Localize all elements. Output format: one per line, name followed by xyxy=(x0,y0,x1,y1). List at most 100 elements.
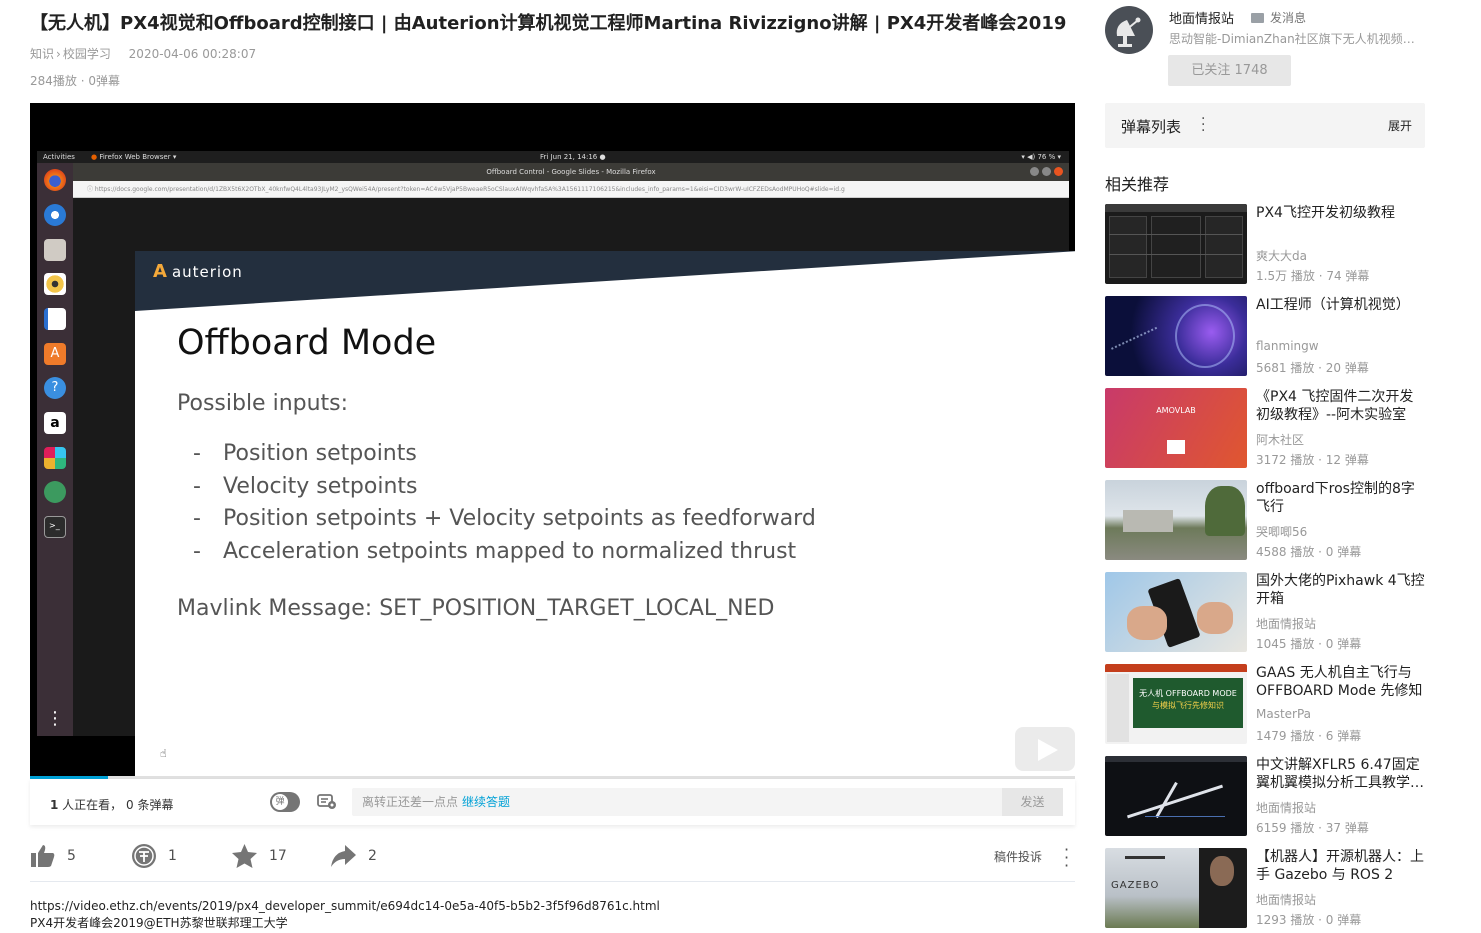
satellite-dish-icon xyxy=(1116,17,1141,47)
thumbs-up-icon xyxy=(31,845,55,867)
recommend-heading: 相关推荐 xyxy=(1105,175,1170,194)
like-button[interactable]: 5 xyxy=(30,838,76,874)
recommend-item[interactable]: AMOVLAB 《PX4 飞控固件二次开发初级教程》--阿木实验室 阿木社区 3… xyxy=(1105,388,1425,468)
star-icon xyxy=(232,844,257,868)
video-thumbnail[interactable] xyxy=(1105,572,1247,652)
danmaku-input[interactable]: 离转正还差一点点 继续答题 xyxy=(352,788,1002,816)
favorite-count: 17 xyxy=(269,848,287,864)
recommend-uploader[interactable]: 阿木社区 xyxy=(1256,431,1304,448)
recommend-title[interactable]: PX4飞控开发初级教程 xyxy=(1256,204,1425,222)
slide-title: Offboard Mode xyxy=(177,323,437,363)
recommend-stats: 1293 播放 · 0 弹幕 xyxy=(1256,913,1362,927)
description-url: https://video.ethz.ch/events/2019/px4_de… xyxy=(30,899,660,913)
breadcrumb-item[interactable]: 知识 xyxy=(30,47,54,61)
recommend-title[interactable]: AI工程师（计算机视觉） xyxy=(1256,296,1425,314)
publish-date: 2020-04-06 00:28:07 xyxy=(128,47,257,61)
slide-bullet: - Position setpoints xyxy=(193,441,417,466)
recommend-title[interactable]: GAAS 无人机自主飞行与 OFFBOARD Mode 先修知识 xyxy=(1256,664,1425,700)
recommend-item[interactable]: 中文讲解XFLR5 6.47固定翼机翼模拟分析工具教学… 地面情报站 6159 … xyxy=(1105,756,1425,836)
recommend-uploader[interactable]: MasterPa xyxy=(1256,707,1311,721)
activities-label: Activities xyxy=(43,153,75,161)
danmaku-settings-icon[interactable] xyxy=(317,793,337,810)
auterion-logo: Aauterion xyxy=(153,261,243,282)
more-options-icon[interactable]: · · · xyxy=(1064,842,1069,874)
recommend-uploader[interactable]: 爽大大da xyxy=(1256,247,1307,264)
action-row: 5 1 17 2 稿件投诉 · · · xyxy=(30,838,1075,878)
expand-button[interactable]: 展开 xyxy=(1388,117,1412,134)
recorded-desktop: Activities ● Firefox Web Browser ▾ Fri J… xyxy=(37,151,1075,778)
firefox-window-title: Offboard Control - Google Slides - Mozil… xyxy=(73,163,1069,181)
rhythmbox-icon xyxy=(44,273,66,295)
favorite-button[interactable]: 17 xyxy=(231,838,287,874)
ubuntu-top-bar: Activities ● Firefox Web Browser ▾ Fri J… xyxy=(37,151,1069,163)
video-thumbnail[interactable] xyxy=(1105,480,1247,560)
atom-icon xyxy=(44,481,66,503)
recommend-uploader[interactable]: 哭唧唧56 xyxy=(1256,523,1307,540)
recommend-uploader[interactable]: 地面情报站 xyxy=(1256,891,1316,908)
mouse-cursor-icon: ☝ xyxy=(160,747,167,760)
software-center-icon: A xyxy=(44,343,66,365)
uploader-name[interactable]: 地面情报站 xyxy=(1169,8,1234,27)
firefox-menu-label: ● Firefox Web Browser ▾ xyxy=(91,153,177,161)
help-icon: ? xyxy=(44,377,66,399)
amazon-icon: a xyxy=(44,412,66,434)
recommend-title[interactable]: 【机器人】开源机器人：上手 Gazebo 与 ROS 2 xyxy=(1256,848,1425,884)
recommend-stats: 1479 播放 · 6 弹幕 xyxy=(1256,729,1362,743)
video-title: 【无人机】PX4视觉和Offboard控制接口 | 由Auterion计算机视觉… xyxy=(30,13,1067,34)
video-thumbnail[interactable] xyxy=(1105,296,1247,376)
video-thumbnail[interactable] xyxy=(1105,204,1247,284)
send-danmaku-button[interactable]: 发送 xyxy=(1002,788,1063,816)
continue-quiz-link[interactable]: 继续答题 xyxy=(462,795,510,809)
report-link[interactable]: 稿件投诉 xyxy=(994,848,1042,865)
recommend-item[interactable]: 国外大佬的Pixhawk 4飞控开箱 地面情报站 1045 播放 · 0 弹幕 xyxy=(1105,572,1425,652)
slide-bullet: - Velocity setpoints xyxy=(193,473,418,499)
recommend-uploader[interactable]: 地面情报站 xyxy=(1256,799,1316,816)
share-button[interactable]: 2 xyxy=(330,838,377,874)
recommend-item[interactable]: offboard下ros控制的8字飞行 哭唧唧56 4588 播放 · 0 弹幕 xyxy=(1105,480,1425,560)
recommend-title[interactable]: 国外大佬的Pixhawk 4飞控开箱 xyxy=(1256,572,1425,608)
video-thumbnail[interactable] xyxy=(1105,756,1247,836)
system-tray: ▾ ◀) 76 % ▾ xyxy=(1021,153,1061,161)
video-thumbnail[interactable]: AMOVLAB xyxy=(1105,388,1247,468)
coin-button[interactable]: 1 xyxy=(131,838,177,874)
recommend-item[interactable]: PX4飞控开发初级教程 爽大大da 1.5万 播放 · 74 弹幕 xyxy=(1105,204,1425,284)
recommend-stats: 1.5万 播放 · 74 弹幕 xyxy=(1256,269,1370,283)
uploader-avatar[interactable] xyxy=(1105,6,1153,54)
firefox-icon xyxy=(44,169,66,191)
like-count: 5 xyxy=(67,848,76,864)
play-icon[interactable] xyxy=(1015,727,1075,771)
uploader-description: 思动智能-DimianZhan社区旗下无人机视频资讯 xyxy=(1169,32,1425,46)
firefox-url-bar: ⓘ https://docs.google.com/presentation/d… xyxy=(73,181,1069,198)
breadcrumb-item[interactable]: 校园学习 xyxy=(63,47,111,61)
recommend-title[interactable]: offboard下ros控制的8字飞行 xyxy=(1256,480,1425,516)
video-thumbnail[interactable]: GAZEBO xyxy=(1105,848,1247,928)
breadcrumb-separator: › xyxy=(56,47,61,61)
slide-header-band xyxy=(135,251,1075,311)
recommend-stats: 5681 播放 · 20 弹幕 xyxy=(1256,361,1369,375)
recommend-uploader[interactable]: flanmingw xyxy=(1256,339,1319,353)
send-message-link[interactable]: 发消息 xyxy=(1251,9,1306,26)
danmaku-list-menu-icon[interactable]: · · · xyxy=(1201,112,1205,138)
terminal-icon: >_ xyxy=(44,516,66,538)
ubuntu-launcher: A ? a >_ ⋮⋮⋮ xyxy=(37,163,102,736)
recommend-title[interactable]: 《PX4 飞控固件二次开发初级教程》--阿木实验室 xyxy=(1256,388,1425,424)
video-player[interactable]: Activities ● Firefox Web Browser ▾ Fri J… xyxy=(30,103,1075,779)
recommend-item[interactable]: 无人机 OFFBOARD MODE 与模拟飞行先修知识 GAAS 无人机自主飞行… xyxy=(1105,664,1425,744)
recommend-item[interactable]: GAZEBO 【机器人】开源机器人：上手 Gazebo 与 ROS 2 地面情报… xyxy=(1105,848,1425,928)
recommend-title[interactable]: 中文讲解XFLR5 6.47固定翼机翼模拟分析工具教学… xyxy=(1256,756,1425,792)
video-meta: 知识 › 校园学习 2020-04-06 00:28:07 xyxy=(30,45,256,62)
thunderbird-icon xyxy=(44,204,66,226)
video-thumbnail[interactable]: 无人机 OFFBOARD MODE 与模拟飞行先修知识 xyxy=(1105,664,1247,744)
danmaku-list-label: 弹幕列表 xyxy=(1121,118,1182,136)
recommend-uploader[interactable]: 地面情报站 xyxy=(1256,615,1316,632)
coin-icon xyxy=(132,844,156,868)
danmaku-list-panel[interactable]: 弹幕列表 · · · 展开 xyxy=(1105,103,1425,148)
envelope-icon xyxy=(1251,13,1264,23)
recommend-item[interactable]: AI工程师（计算机视觉） flanmingw 5681 播放 · 20 弹幕 xyxy=(1105,296,1425,376)
danmaku-toggle[interactable]: 弹 xyxy=(270,792,300,812)
video-stats: 284播放 · 0弹幕 xyxy=(30,74,120,88)
slide-subtitle: Possible inputs: xyxy=(177,391,349,416)
follow-button[interactable]: 已关注 1748 xyxy=(1168,55,1291,86)
share-icon xyxy=(331,845,356,867)
viewer-count: 1 人正在看， 0 条弹幕 xyxy=(50,798,174,812)
